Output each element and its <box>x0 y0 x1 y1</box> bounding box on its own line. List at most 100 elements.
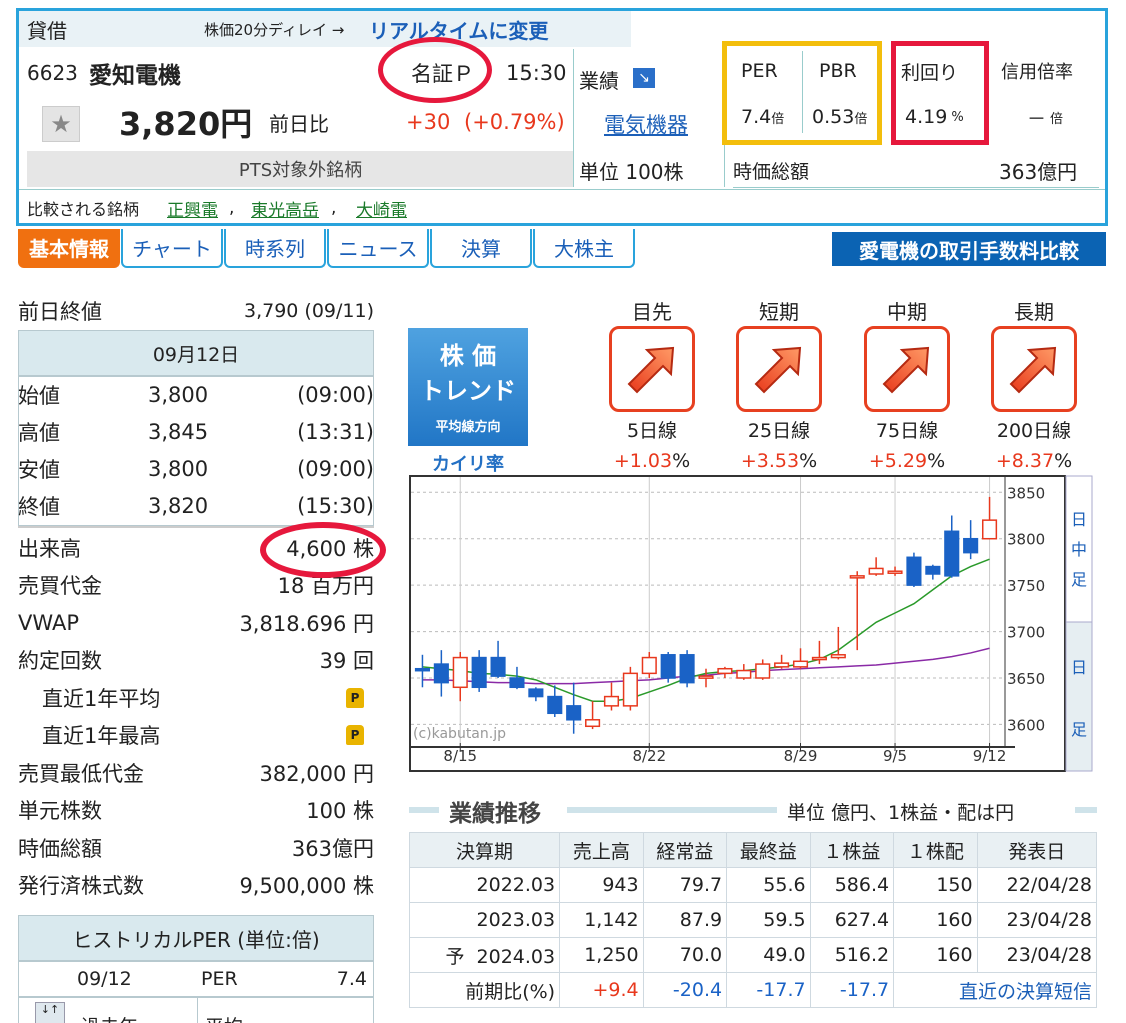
y-tick-label: 3750 <box>1007 577 1045 595</box>
perf-cell: 59.5 <box>726 902 811 938</box>
compare-stock-link[interactable]: 東光高岳 <box>251 193 319 223</box>
compare-cell: +9.4 <box>559 972 644 1008</box>
perf-cell: 160 <box>893 902 978 938</box>
premium-lock-icon[interactable]: P <box>346 725 364 745</box>
change-label: 前日比 <box>269 111 329 136</box>
stat-label: 直近1年最高 <box>42 724 161 748</box>
ohlc-label: 始値 <box>18 383 60 408</box>
trend-period-label: 中期 <box>887 300 927 324</box>
sector-link[interactable]: 電気機器 <box>604 107 688 141</box>
candle-body <box>755 663 771 679</box>
compare-cell: -17.7 <box>809 972 895 1008</box>
candle-body <box>830 654 846 659</box>
ohlc-time: (15:30) <box>297 493 374 518</box>
candle-body <box>981 519 998 540</box>
candle-body <box>811 656 827 661</box>
perf-cell: 49.0 <box>726 937 811 973</box>
perf-cell: 22/04/28 <box>976 867 1098 903</box>
stat-value: 363億円 <box>291 836 374 861</box>
trend-logo-line2: トレンド <box>420 377 516 405</box>
perf-cell: 627.4 <box>809 902 895 938</box>
stock-code: 6623 <box>27 61 78 85</box>
ohlc-label: 安値 <box>18 457 60 482</box>
comma: , <box>229 198 235 218</box>
trend-ma-label: 75日線 <box>875 420 939 442</box>
unit-shares: 単位 100株 <box>579 159 684 184</box>
candle-body <box>849 575 865 579</box>
candle-body <box>585 719 601 728</box>
stat-value: 100 株 <box>306 799 374 823</box>
perf-cell: 150 <box>893 867 978 903</box>
compare-label: 比較される銘柄 <box>27 200 140 219</box>
y-tick-label: 3600 <box>1007 716 1045 734</box>
candle-body <box>490 656 506 677</box>
perf-cell: 23/04/28 <box>976 902 1098 938</box>
divider <box>733 187 1099 188</box>
kairi-value: +8.37 <box>995 450 1055 472</box>
tab-news[interactable]: ニュース <box>327 229 429 268</box>
stat-label: 発行済株式数 <box>18 874 144 898</box>
tab-timeseries[interactable]: 時系列 <box>224 229 326 268</box>
divider <box>19 189 1105 190</box>
perf-cell: 586.4 <box>809 867 895 903</box>
stat-label: 売買代金 <box>18 574 102 598</box>
kairi-value: +5.29 <box>868 450 928 472</box>
perf-header: 最終益 <box>726 832 811 868</box>
compare-stock-link[interactable]: 大崎電 <box>356 193 407 223</box>
premium-lock-icon[interactable]: P <box>346 687 364 708</box>
ohlc-value: 3,820 <box>148 493 209 518</box>
stat-value: 9,500,000 株 <box>239 874 374 898</box>
chart-icon[interactable]: ↓↑ <box>35 1002 65 1023</box>
tab-basic-info[interactable]: 基本情報 <box>18 229 120 268</box>
x-tick-label: 9/12 <box>973 747 1007 765</box>
pts-label: PTS対象外銘柄 <box>27 151 574 187</box>
up-right-arrow-icon <box>609 326 695 412</box>
perf-title: 業績推移 <box>449 801 541 827</box>
perf-row: 2023.03 1,142 87.9 59.5 627.4 160 23/04/28 <box>408 902 1098 938</box>
daily-tab[interactable] <box>1065 621 1093 772</box>
up-right-arrow-icon <box>991 326 1077 412</box>
stat-label: 売買最低代金 <box>18 761 144 786</box>
pbr-unit: 倍 <box>854 111 868 127</box>
earnings-label: 業績 <box>579 68 619 93</box>
tanshin-link[interactable]: 直近の決算短信 <box>893 972 1097 1008</box>
chart-frame <box>409 475 1066 772</box>
candle-body <box>925 565 941 575</box>
stat-label: 単元株数 <box>18 799 102 823</box>
perf-header: 経常益 <box>642 832 728 868</box>
perf-cell: 87.9 <box>642 902 728 938</box>
compare-stock-link[interactable]: 正興電 <box>167 193 218 223</box>
perf-cell: 70.0 <box>642 937 728 973</box>
current-price: 3,820円 <box>119 105 253 143</box>
stat-row: 直近1年最高 P <box>18 717 374 754</box>
commission-compare-banner[interactable]: 愛電機の取引手数料比較 <box>832 232 1106 266</box>
perf-cell: 2023.03 <box>408 902 561 938</box>
trend-logo-line1: 株 価 <box>439 342 497 370</box>
margin-ratio-label: 信用倍率 <box>1001 62 1073 83</box>
perf-unit: 単位 億円、1株益・配は円 <box>787 802 1015 824</box>
ohlc-row: 高値 3,845 (13:31) <box>18 413 374 450</box>
tab-major-shareholders[interactable]: 大株主 <box>533 229 635 268</box>
candle-body <box>736 669 752 679</box>
perf-title-bar: 業績推移 単位 億円、1株益・配は円 <box>409 796 1097 827</box>
comma: , <box>331 198 337 218</box>
trend-ma-label: 200日線 <box>996 420 1072 442</box>
star-icon[interactable]: ★ <box>42 106 80 142</box>
tab-earnings[interactable]: 決算 <box>430 229 532 268</box>
perf-cell: 1,250 <box>559 937 644 973</box>
divider <box>573 49 574 187</box>
yield-value: 4.19 <box>905 106 948 128</box>
trend-ma-label: 25日線 <box>747 420 811 442</box>
perf-row: 2022.03 943 79.7 55.6 586.4 150 22/04/28 <box>408 867 1098 903</box>
tab-chart[interactable]: チャート <box>121 229 223 268</box>
candle-body <box>452 656 468 689</box>
x-tick-label: 9/5 <box>883 747 907 765</box>
candle-body <box>433 663 449 684</box>
hist-date: 09/12 <box>77 968 132 990</box>
side-tab-char: 足 <box>1071 570 1087 589</box>
yield-unit: % <box>951 109 964 125</box>
ohlc-row: 安値 3,800 (09:00) <box>18 450 374 487</box>
perf-cell: 160 <box>893 937 978 973</box>
red-circle-annotation <box>260 522 386 578</box>
candle-body <box>414 667 431 672</box>
